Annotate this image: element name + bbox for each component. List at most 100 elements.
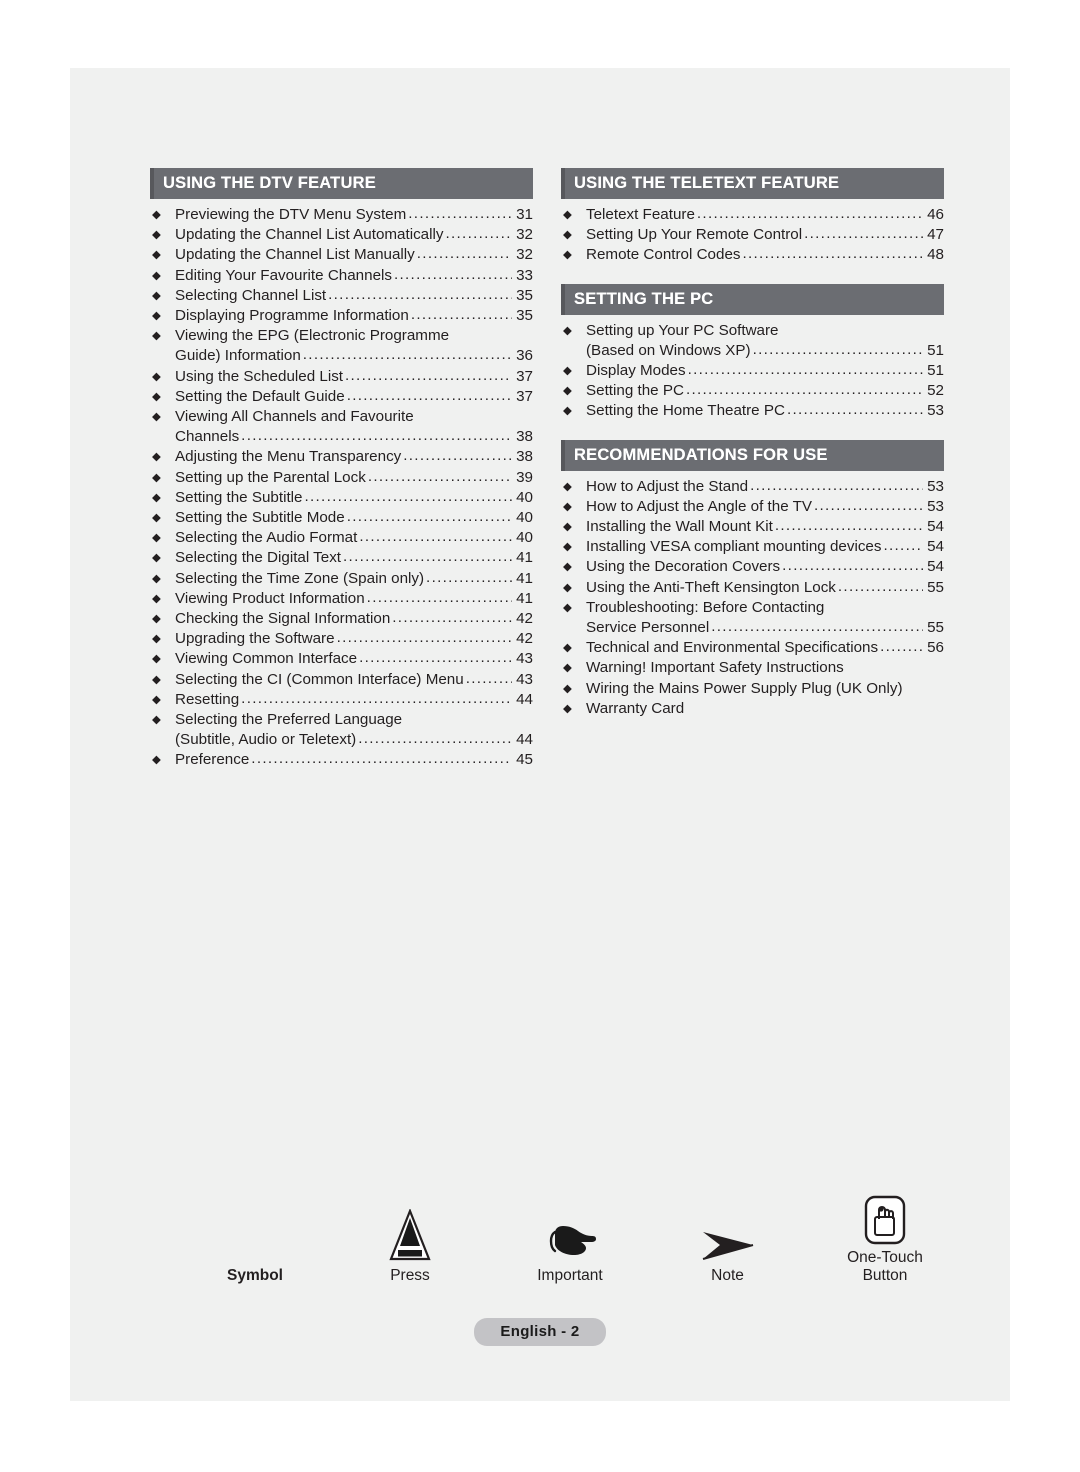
toc-entry[interactable]: ◆ Setting the PC.........................… [561, 381, 944, 401]
diamond-bullet-icon: ◆ [563, 324, 572, 337]
toc-entry[interactable]: ◆ Editing Your Favourite Channels........… [150, 266, 533, 286]
toc-page-number: 54 [927, 518, 944, 536]
toc-entry[interactable]: ◆ How to Adjust the Angle of the TV......… [561, 497, 944, 517]
toc-dot-leader: ........................................… [304, 487, 513, 505]
toc-entry-label: Setting up the Parental Lock [175, 468, 366, 486]
toc-entry-row: Viewing Common Interface................… [175, 649, 533, 669]
toc-columns: USING THE DTV FEATURE ◆ Previewing the DTV… [150, 168, 944, 789]
toc-entry[interactable]: ◆ Selecting the Audio Format.............… [150, 528, 533, 548]
diamond-bullet-icon: ◆ [152, 269, 161, 282]
diamond-bullet-icon: ◆ [563, 209, 572, 221]
toc-entry[interactable]: ◆ Wiring the Mains Power Supply Plug (UK … [561, 679, 944, 699]
toc-entry[interactable]: ◆ Troubleshooting: Before Contacting Servi… [561, 598, 944, 638]
toc-dot-leader: ........................................… [251, 750, 512, 768]
legend-press-label: Press [390, 1267, 430, 1284]
toc-entry[interactable]: ◆ Previewing the DTV Menu System.........… [150, 205, 533, 225]
toc-entry-label: How to Adjust the Stand [586, 477, 749, 495]
toc-entry[interactable]: ◆ Using the Scheduled List...............… [150, 367, 533, 387]
toc-page-number: 40 [516, 509, 533, 527]
toc-page-number: 37 [516, 367, 533, 385]
toc-entry[interactable]: ◆ Technical and Environmental Specificati… [561, 638, 944, 658]
diamond-bullet-icon: ◆ [563, 249, 572, 262]
toc-page-number: 37 [516, 387, 533, 405]
toc-entry-row: Warranty Card [586, 699, 944, 719]
toc-entry[interactable]: ◆ Setting the Subtitle Mode..............… [150, 508, 533, 528]
toc-entry[interactable]: ◆ Using the Anti-Theft Kensington Lock...… [561, 578, 944, 598]
toc-entry[interactable]: ◆ Display Modes..........................… [561, 361, 944, 381]
toc-dot-leader: ........................................… [359, 649, 512, 667]
toc-entry[interactable]: ◆ Updating the Channel List Manually.....… [150, 245, 533, 265]
diamond-bullet-icon: ◆ [152, 209, 161, 221]
toc-entry[interactable]: ◆ Adjusting the Menu Transparency........… [150, 447, 533, 467]
diamond-bullet-icon: ◆ [152, 673, 161, 686]
toc-entry[interactable]: ◆ How to Adjust the Stand................… [561, 477, 944, 497]
toc-entry[interactable]: ◆ Viewing Product Information............… [150, 589, 533, 609]
toc-entry[interactable]: ◆ Setting up the Parental Lock...........… [150, 468, 533, 488]
toc-entry[interactable]: ◆ Installing VESA compliant mounting devi… [561, 537, 944, 557]
toc-entry-label: How to Adjust the Angle of the TV [586, 497, 812, 515]
toc-entry[interactable]: ◆ Teletext Feature.......................… [561, 205, 944, 225]
toc-entry-row: Installing the Wall Mount Kit...........… [586, 517, 944, 537]
legend-one-touch-label-line1: One-Touch [847, 1249, 923, 1266]
toc-page-number: 54 [927, 558, 944, 576]
toc-dot-leader: ........................................… [742, 245, 923, 263]
diamond-bullet-icon: ◆ [152, 613, 161, 626]
toc-entry[interactable]: ◆ Selecting the Preferred Language (Subtit… [150, 710, 533, 750]
diamond-bullet-icon: ◆ [563, 702, 572, 715]
toc-dot-leader: ........................................… [880, 638, 923, 656]
toc-page-number: 40 [516, 529, 533, 547]
toc-entry[interactable]: ◆ Viewing All Channels and Favourite Chann… [150, 407, 533, 447]
toc-entry-label: Teletext Feature [586, 206, 695, 223]
toc-entry[interactable]: ◆ Viewing Common Interface...............… [150, 649, 533, 669]
toc-entry-row: Selecting the Time Zone (Spain only)....… [175, 569, 533, 589]
toc-entry[interactable]: ◆ Resetting..............................… [150, 690, 533, 710]
toc-entry[interactable]: ◆ Checking the Signal Information........… [150, 609, 533, 629]
toc-page-number: 32 [516, 226, 533, 244]
diamond-bullet-icon: ◆ [563, 581, 572, 594]
toc-entry[interactable]: ◆ Using the Decoration Covers............… [561, 557, 944, 577]
toc-entry[interactable]: ◆ Displaying Programme Information.......… [150, 306, 533, 326]
toc-entry[interactable]: ◆ Upgrading the Software.................… [150, 629, 533, 649]
toc-entry-row: Display Modes...........................… [586, 361, 944, 381]
diamond-bullet-icon: ◆ [563, 682, 572, 695]
toc-entry[interactable]: ◆ Setting Up Your Remote Control.........… [561, 225, 944, 245]
toc-entry-label: Updating the Channel List Automatically [175, 226, 444, 244]
toc-entry[interactable]: ◆ Installing the Wall Mount Kit..........… [561, 517, 944, 537]
toc-section: RECOMMENDATIONS FOR USE ◆ How to Adjust th… [561, 439, 944, 719]
diamond-bullet-icon: ◆ [152, 370, 161, 383]
toc-entry[interactable]: ◆ Remote Control Codes...................… [561, 245, 944, 265]
toc-entry[interactable]: ◆ Warning! Important Safety Instructions [561, 658, 944, 678]
toc-entry[interactable]: ◆ Setting the Subtitle...................… [150, 488, 533, 508]
toc-entry[interactable]: ◆ Warranty Card [561, 699, 944, 719]
toc-entry-label: Updating the Channel List Manually [175, 246, 415, 264]
toc-dot-leader: ........................................… [465, 669, 512, 687]
toc-entry[interactable]: ◆ Selecting the Time Zone (Spain only)...… [150, 569, 533, 589]
toc-page-number: 51 [927, 341, 944, 359]
toc-entry-row: Setting the Default Guide...............… [175, 387, 533, 407]
toc-entry[interactable]: ◆ Viewing the EPG (Electronic Programme Gu… [150, 326, 533, 366]
toc-entry[interactable]: ◆ Setting up Your PC Software (Based on Wi… [561, 321, 944, 361]
toc-entry[interactable]: ◆ Updating the Channel List Automatically… [150, 225, 533, 245]
toc-entry[interactable]: ◆ Preference.............................… [150, 750, 533, 770]
toc-dot-leader: ........................................… [358, 730, 512, 748]
toc-page-number: 55 [927, 619, 944, 637]
toc-page-number: 55 [927, 578, 944, 596]
toc-dot-leader: ........................................… [302, 346, 512, 364]
toc-entry-row: Selecting the Audio Format..............… [175, 528, 533, 548]
toc-entry-label: Warranty Card [586, 699, 685, 717]
arrow-note-icon [650, 1201, 805, 1263]
toc-entry-label: Technical and Environmental Specificatio… [586, 639, 879, 657]
toc-entry[interactable]: ◆ Setting the Home Theatre PC............… [561, 401, 944, 421]
toc-page-number: 53 [927, 497, 944, 515]
toc-entry[interactable]: ◆ Selecting the CI (Common Interface) Men… [150, 670, 533, 690]
toc-entry-row-cont: Viewing All Channels and Favourite [175, 407, 533, 427]
toc-entry[interactable]: ◆ Selecting Channel List.................… [150, 286, 533, 306]
toc-entry-label: Selecting Channel List [175, 286, 327, 304]
diamond-bullet-icon: ◆ [563, 642, 572, 655]
toc-entry[interactable]: ◆ Selecting the Digital Text.............… [150, 548, 533, 568]
toc-entry-label: Viewing Product Information [175, 589, 365, 607]
toc-dot-leader: ........................................… [346, 386, 512, 404]
toc-entry[interactable]: ◆ Setting the Default Guide..............… [150, 387, 533, 407]
diamond-bullet-icon: ◆ [563, 405, 572, 418]
document-page: USING THE DTV FEATURE ◆ Previewing the DTV… [70, 68, 1010, 1401]
